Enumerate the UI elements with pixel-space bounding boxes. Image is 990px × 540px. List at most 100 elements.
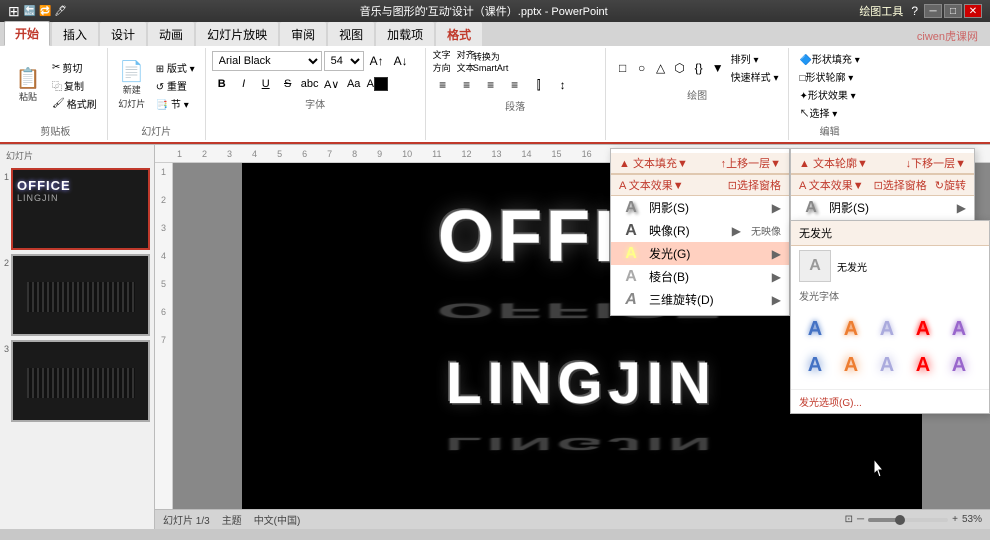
- copy-button[interactable]: ⿻ 复制: [48, 77, 101, 94]
- increase-font-button[interactable]: A↑: [366, 50, 388, 72]
- drawing-controls: □ ○ △ ⬡ {} ▼ 排列 ▾ 快速样式 ▾: [612, 50, 783, 85]
- tab-home[interactable]: 开始: [4, 21, 50, 46]
- window-controls: ? ─ □ ✕: [911, 4, 982, 18]
- shadow-item-2[interactable]: A 阴影(S) ▶: [791, 196, 974, 219]
- bold-button[interactable]: B: [212, 74, 232, 94]
- reflection-item[interactable]: A 映像(R) ▶ 无映像: [611, 219, 789, 242]
- zoom-slider-thumb[interactable]: [895, 515, 905, 525]
- zoom-fit-button[interactable]: ⊡: [845, 514, 853, 525]
- zoom-slider[interactable]: [868, 518, 948, 522]
- no-glow-header: 无发光: [799, 225, 832, 241]
- shadow-icon: A: [619, 200, 643, 216]
- shape-fill-button[interactable]: 🔷形状填充 ▾: [795, 50, 863, 67]
- format-painter-button[interactable]: 🖌 格式刷: [48, 95, 101, 112]
- shape-effects-button[interactable]: ✦形状效果 ▾: [795, 86, 863, 103]
- decrease-font-button[interactable]: A↓: [390, 50, 412, 72]
- strikethrough-button[interactable]: S: [278, 74, 298, 94]
- slide-1-num: 1: [4, 172, 9, 182]
- zoom-in-button[interactable]: +: [952, 514, 958, 525]
- close-button[interactable]: ✕: [964, 4, 982, 18]
- quick-styles-button[interactable]: 快速样式 ▾: [727, 68, 783, 85]
- glow-color-8[interactable]: A: [871, 349, 903, 381]
- para-row1: 文字方向 对齐文本 转换为SmartArt: [432, 50, 599, 72]
- line-spacing-button[interactable]: ↕: [552, 74, 574, 96]
- glow-color-2[interactable]: A: [835, 313, 867, 345]
- arrange-button[interactable]: 排列 ▾: [727, 50, 783, 67]
- text-direction-button[interactable]: 文字方向: [432, 50, 454, 72]
- glow-color-5[interactable]: A: [943, 313, 975, 345]
- slides-group: 📄 新建 幻灯片 ⊞ 版式 ▾ ↺ 重置 📑 节 ▾ 幻灯片: [108, 48, 206, 140]
- slide-1-thumb[interactable]: OFFICE LINGJIN: [11, 168, 150, 250]
- font-size-select[interactable]: 54: [324, 51, 364, 71]
- align-left-button[interactable]: ≡: [432, 74, 454, 96]
- tab-view[interactable]: 视图: [328, 22, 374, 46]
- reflection-label: 映像(R): [649, 222, 690, 239]
- slide-1-row: 1 OFFICE LINGJIN: [4, 168, 150, 250]
- clipboard-label: 剪贴板: [40, 123, 70, 138]
- slide-1-text1: OFFICE: [17, 178, 71, 193]
- language-label: 中文(中国): [254, 512, 301, 527]
- glow-item[interactable]: A 发光(G) ▶: [611, 242, 789, 265]
- bevel-icon: A: [619, 269, 643, 285]
- justify-button[interactable]: ≡: [504, 74, 526, 96]
- tab-addins[interactable]: 加载项: [376, 22, 434, 46]
- clear-format-button[interactable]: Aa: [344, 74, 364, 94]
- tab-review[interactable]: 审阅: [280, 22, 326, 46]
- select-button[interactable]: ↖选择 ▾: [795, 104, 863, 121]
- italic-button[interactable]: I: [234, 74, 254, 94]
- tab-transitions[interactable]: 动画: [148, 22, 194, 46]
- reflection-icon: A: [619, 223, 643, 239]
- maximize-button[interactable]: □: [944, 4, 962, 18]
- shape-more[interactable]: ▼: [707, 57, 729, 79]
- slide-panel: 幻灯片 1 OFFICE LINGJIN 2 3: [0, 145, 155, 529]
- glow-color-7[interactable]: A: [835, 349, 867, 381]
- slide-2-thumb[interactable]: [11, 254, 150, 336]
- section-button[interactable]: 📑 节 ▾: [152, 95, 199, 112]
- no-glow-item[interactable]: A: [799, 250, 831, 282]
- slide-1-text2: LINGJIN: [17, 193, 59, 203]
- align-center-button[interactable]: ≡: [456, 74, 478, 96]
- glow-color-3[interactable]: A: [871, 313, 903, 345]
- shadow-label: 阴影(S): [649, 199, 689, 216]
- tab-design[interactable]: 设计: [100, 22, 146, 46]
- glow-font-label: 发光字体: [791, 286, 989, 305]
- columns-button[interactable]: ⫿: [528, 74, 550, 96]
- tab-insert[interactable]: 插入: [52, 22, 98, 46]
- minimize-button[interactable]: ─: [924, 4, 942, 18]
- convert-smartart-button[interactable]: 转换为SmartArt: [480, 50, 502, 72]
- zoom-out-button[interactable]: ─: [857, 514, 864, 525]
- reset-button[interactable]: ↺ 重置: [152, 77, 199, 94]
- tab-slideshow[interactable]: 幻灯片放映: [196, 22, 278, 46]
- glow-more-options[interactable]: 发光选项(G)...: [791, 389, 989, 413]
- underline-button[interactable]: U: [256, 74, 276, 94]
- bevel-item[interactable]: A 棱台(B) ▶: [611, 265, 789, 288]
- vertical-ruler: 1 2 3 4 5 6 7: [155, 163, 173, 509]
- text-outline-label2: ▲ 文本轮廓▼: [799, 155, 868, 171]
- glow-color-9[interactable]: A: [907, 349, 939, 381]
- glow-color-1[interactable]: A: [799, 313, 831, 345]
- glow-label: 发光(G): [649, 245, 690, 262]
- help-icon[interactable]: ?: [911, 4, 918, 18]
- font-group: Arial Black 54 A↑ A↓ B I U S abc A∨ Aa: [206, 48, 426, 140]
- shadow-text-button[interactable]: abc: [300, 74, 320, 94]
- glow-color-6[interactable]: A: [799, 349, 831, 381]
- glow-color-4[interactable]: A: [907, 313, 939, 345]
- align-right-button[interactable]: ≡: [480, 74, 502, 96]
- font-color-button[interactable]: A: [366, 74, 389, 94]
- 3d-rotate-item[interactable]: A 三维旋转(D) ▶: [611, 288, 789, 311]
- slide-3-thumb[interactable]: [11, 340, 150, 422]
- editing-controls: 🔷形状填充 ▾ □形状轮廓 ▾ ✦形状效果 ▾ ↖选择 ▾: [795, 50, 863, 121]
- char-spacing-button[interactable]: A∨: [322, 74, 342, 94]
- font-family-select[interactable]: Arial Black: [212, 51, 322, 71]
- cut-button[interactable]: ✂ 剪切: [48, 59, 101, 76]
- new-slide-button[interactable]: 📄 新建 幻灯片: [114, 60, 150, 112]
- slides-label: 幻灯片: [141, 123, 171, 138]
- layout-button[interactable]: ⊞ 版式 ▾: [152, 59, 199, 76]
- paste-button[interactable]: 📋 粘贴: [10, 67, 46, 105]
- tab-format[interactable]: 格式: [436, 22, 482, 46]
- glow-color-10[interactable]: A: [943, 349, 975, 381]
- paragraph-controls: 文字方向 对齐文本 转换为SmartArt ≡ ≡ ≡ ≡ ⫿ ↕: [432, 50, 599, 96]
- theme-label: 主题: [222, 512, 242, 527]
- shadow-item[interactable]: A 阴影(S) ▶: [611, 196, 789, 219]
- shape-outline-button[interactable]: □形状轮廓 ▾: [795, 68, 863, 85]
